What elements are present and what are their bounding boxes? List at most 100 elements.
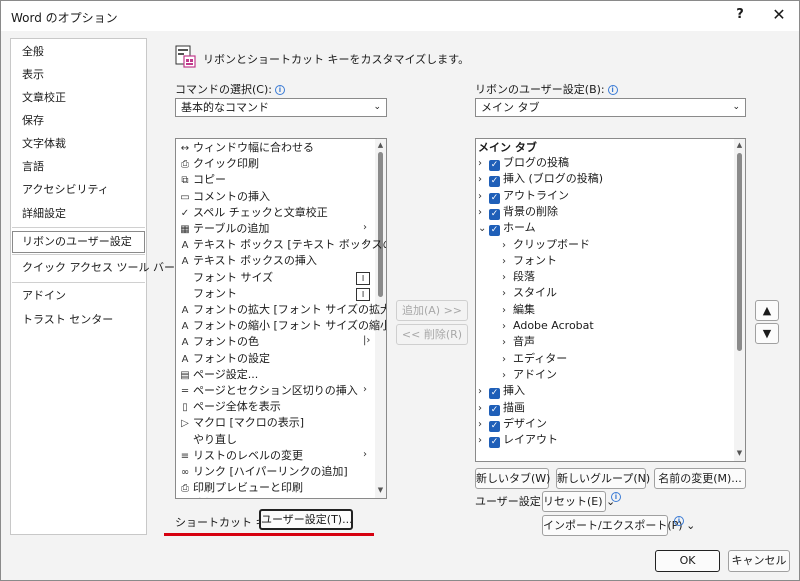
nav-item[interactable]: アクセシビリティ [12, 179, 145, 201]
ribbon-tab-item[interactable]: ⌄ ✓ ホーム [478, 220, 732, 237]
expand-icon[interactable]: › [478, 417, 489, 433]
command-item[interactable]: A フォントの拡大 [フォント サイズの拡大] [178, 302, 386, 318]
nav-item[interactable]: 保存 [12, 110, 145, 132]
tab-checkbox[interactable]: ✓ [489, 388, 500, 400]
command-item[interactable]: ▷ マクロ [マクロの表示] [178, 415, 304, 431]
nav-item[interactable]: 言語 [12, 156, 145, 178]
ribbon-tab-item[interactable]: › ✓ 挿入 [478, 383, 525, 400]
command-item[interactable]: A フォントの設定 [178, 351, 270, 367]
nav-item[interactable]: 詳細設定 [12, 203, 145, 225]
help-button[interactable]: ? [731, 7, 749, 25]
ribbon-group-item[interactable]: › 音声 [502, 334, 535, 350]
scroll-thumb[interactable] [737, 153, 742, 351]
ribbon-tab-item[interactable]: › ✓ レイアウト [478, 432, 558, 449]
nav-item[interactable]: 全般 [12, 41, 145, 63]
info-icon[interactable]: i [607, 85, 618, 95]
command-item[interactable]: ▦ テーブルの追加 [178, 221, 269, 237]
expand-icon[interactable]: › [478, 384, 489, 400]
command-item[interactable]: ≡ リストのレベルの変更 [178, 448, 303, 464]
command-item[interactable]: ═ ページとセクション区切りの挿入 [178, 383, 358, 399]
tab-checkbox[interactable]: ✓ [489, 437, 500, 449]
info-icon[interactable]: i [611, 492, 621, 502]
nav-item[interactable]: トラスト センター [12, 309, 145, 331]
ribbon-target-dropdown[interactable]: メイン タブ ⌄ [475, 98, 746, 117]
command-source-dropdown[interactable]: 基本的なコマンド ⌄ [175, 98, 387, 117]
shortcut-customize-button[interactable]: ユーザー設定(T)... [259, 509, 353, 530]
ribbon-group-item[interactable]: › フォント [502, 253, 557, 269]
scroll-down-icon[interactable]: ▼ [735, 449, 744, 457]
ribbon-tab-item[interactable]: › ✓ 描画 [478, 400, 525, 416]
ribbon-group-item[interactable]: › 編集 [502, 302, 535, 318]
info-icon[interactable]: i [674, 516, 684, 526]
scroll-down-icon[interactable]: ▼ [376, 486, 385, 494]
command-item[interactable]: ▯ ページ全体を表示 [178, 399, 281, 415]
command-item[interactable]: フォント [178, 286, 237, 302]
expand-icon[interactable]: › [502, 368, 513, 384]
ribbon-group-item[interactable]: › Adobe Acrobat [502, 318, 594, 334]
command-item[interactable]: ⧉ コピー [178, 172, 226, 188]
collapse-icon[interactable]: ⌄ [478, 221, 489, 237]
scroll-up-icon[interactable]: ▲ [376, 141, 385, 149]
command-item[interactable]: A フォントの色 [178, 334, 259, 350]
ribbon-group-item[interactable]: › スタイル [502, 285, 557, 301]
nav-item[interactable]: 文字体裁 [12, 133, 145, 155]
nav-item[interactable]: アドイン [12, 285, 145, 307]
tab-checkbox[interactable]: ✓ [489, 208, 500, 220]
expand-icon[interactable]: › [502, 319, 513, 335]
info-icon[interactable]: i [274, 85, 285, 95]
expand-icon[interactable]: › [502, 352, 513, 368]
ribbon-group-item[interactable]: › クリップボード [502, 237, 590, 253]
command-item[interactable]: やり直し [178, 432, 237, 448]
cancel-button[interactable]: キャンセル [728, 550, 790, 572]
expand-icon[interactable]: › [478, 433, 489, 449]
ribbon-group-item[interactable]: › 段落 [502, 269, 535, 285]
tab-checkbox[interactable]: ✓ [489, 420, 500, 432]
expand-icon[interactable]: › [502, 270, 513, 286]
command-item[interactable]: A フォントの縮小 [フォント サイズの縮小] [178, 318, 386, 334]
expand-icon[interactable]: › [502, 238, 513, 254]
expand-icon[interactable]: › [478, 205, 489, 221]
ribbon-tab-item[interactable]: › ✓ アウトライン [478, 188, 569, 204]
command-item[interactable]: 改行を... [178, 496, 237, 498]
expand-icon[interactable]: › [478, 189, 489, 205]
reset-button[interactable]: リセット(E) ⌄ [542, 491, 615, 512]
ribbon-tree-scrollbar[interactable]: ▲ ▼ [734, 139, 745, 461]
nav-item[interactable]: 表示 [12, 64, 145, 86]
ribbon-tab-item[interactable]: › ✓ デザイン [478, 416, 547, 432]
ribbon-tab-item[interactable]: › ✓ ブログの投稿 [478, 155, 569, 171]
close-button[interactable]: ✕ [769, 5, 789, 25]
command-item[interactable]: フォント サイズ [178, 270, 273, 286]
command-item[interactable]: ⎙ 印刷プレビューと印刷 [178, 480, 303, 496]
tab-checkbox[interactable]: ✓ [489, 404, 500, 416]
expand-icon[interactable]: › [502, 335, 513, 351]
scroll-thumb[interactable] [378, 152, 383, 297]
tab-checkbox[interactable]: ✓ [489, 176, 500, 188]
expand-icon[interactable]: › [502, 286, 513, 302]
scroll-up-icon[interactable]: ▲ [735, 141, 744, 149]
expand-icon[interactable]: › [478, 156, 489, 172]
add-button[interactable]: 追加(A) >> [396, 300, 468, 321]
rename-button[interactable]: 名前の変更(M)... [654, 468, 746, 489]
ribbon-tab-item[interactable]: › ✓ 挿入 (ブログの投稿) [478, 171, 603, 188]
expand-icon[interactable]: › [478, 172, 489, 188]
tab-checkbox[interactable]: ✓ [489, 160, 500, 171]
remove-button[interactable]: << 削除(R) [396, 324, 468, 345]
nav-item[interactable]: クイック アクセス ツール バー [12, 257, 175, 279]
command-item[interactable]: ∞ リンク [ハイパーリンクの追加] [178, 464, 348, 480]
move-up-button[interactable]: ▲ [755, 300, 779, 321]
new-group-button[interactable]: 新しいグループ(N) [556, 468, 650, 489]
ribbon-group-item[interactable]: › アドイン [502, 367, 557, 383]
command-item[interactable]: ↔ ウィンドウ幅に合わせる [178, 140, 314, 156]
command-item[interactable]: ⎙ クイック印刷 [178, 156, 259, 172]
ribbon-group-item[interactable]: › エディター [502, 351, 567, 367]
expand-icon[interactable]: › [478, 401, 489, 417]
command-item[interactable]: A テキスト ボックス [テキスト ボックスの… [178, 237, 386, 253]
expand-icon[interactable]: › [502, 303, 513, 319]
command-item[interactable]: ▭ コメントの挿入 [178, 189, 270, 205]
command-item[interactable]: A テキスト ボックスの挿入 [178, 253, 317, 269]
tab-checkbox[interactable]: ✓ [489, 225, 500, 237]
import-export-button[interactable]: インポート/エクスポート(P) ⌄ [542, 515, 695, 536]
ok-button[interactable]: OK [655, 550, 720, 572]
move-down-button[interactable]: ▼ [755, 323, 779, 344]
command-item[interactable]: ▤ ページ設定... [178, 367, 258, 383]
